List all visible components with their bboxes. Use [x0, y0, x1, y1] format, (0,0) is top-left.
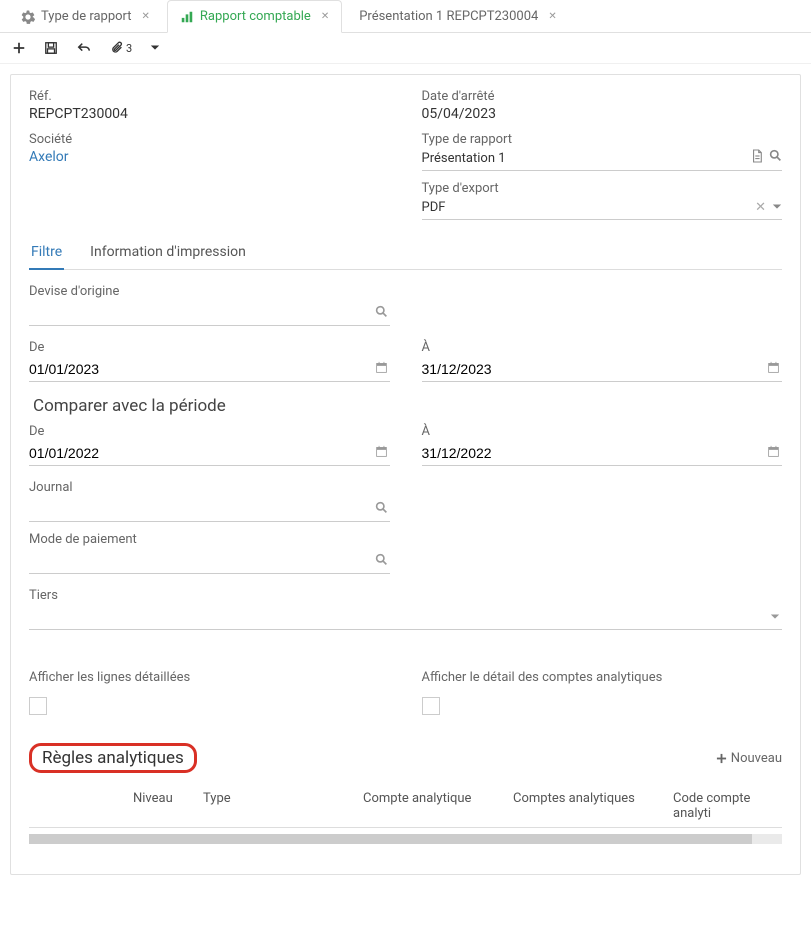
show-analytic-detail-checkbox[interactable] — [422, 697, 440, 715]
company-label: Société — [29, 132, 390, 147]
tab-label: Présentation 1 REPCPT230004 — [359, 9, 538, 24]
compare-to-label: À — [422, 424, 783, 439]
closing-date-label: Date d'arrêté — [422, 89, 783, 104]
search-icon[interactable] — [375, 553, 388, 570]
calendar-icon[interactable] — [767, 361, 780, 378]
close-icon[interactable]: ✕ — [321, 11, 329, 22]
payment-mode-input[interactable] — [29, 549, 390, 574]
compare-title: Comparer avec la période — [33, 396, 782, 416]
document-icon[interactable] — [751, 149, 763, 167]
chart-icon — [180, 10, 194, 24]
thirdparty-input[interactable] — [29, 605, 782, 630]
rules-table-header: Niveau Type Compte analytique Comptes an… — [29, 783, 782, 828]
to-label: À — [422, 340, 783, 355]
chevron-down-icon[interactable] — [772, 200, 782, 215]
analytic-rules-title: Règles analytiques — [29, 743, 197, 773]
more-button[interactable] — [150, 44, 160, 52]
close-icon[interactable]: ✕ — [548, 11, 556, 22]
compare-from-label: De — [29, 424, 390, 439]
closing-date-value: 05/04/2023 — [422, 106, 783, 122]
new-rule-label: Nouveau — [731, 751, 782, 766]
ref-value: REPCPT230004 — [29, 106, 390, 122]
gear-icon — [21, 10, 35, 24]
attach-count: 3 — [126, 42, 132, 55]
add-button[interactable] — [12, 41, 26, 55]
col-analytic-accounts[interactable]: Comptes analytiques — [513, 791, 673, 821]
export-type-value: PDF — [422, 200, 446, 215]
thirdparty-label: Tiers — [29, 588, 782, 603]
to-date-input[interactable] — [422, 357, 783, 382]
show-detailed-lines-label: Afficher les lignes détaillées — [29, 670, 390, 685]
compare-from-input[interactable] — [29, 441, 390, 466]
attach-button[interactable]: 3 — [110, 41, 132, 55]
col-niveau[interactable]: Niveau — [133, 791, 203, 821]
toolbar: 3 — [0, 33, 811, 64]
main-tabs: Type de rapport ✕ Rapport comptable ✕ Pr… — [0, 0, 811, 33]
show-detailed-lines-checkbox[interactable] — [29, 697, 47, 715]
clear-icon[interactable]: ✕ — [755, 200, 766, 215]
origin-currency-label: Devise d'origine — [29, 284, 782, 299]
calendar-icon[interactable] — [375, 445, 388, 462]
export-type-field[interactable]: PDF ✕ — [422, 198, 783, 220]
search-icon[interactable] — [375, 305, 388, 322]
report-type-value: Présentation 1 — [422, 151, 506, 166]
show-analytic-detail-label: Afficher le détail des comptes analytiqu… — [422, 670, 783, 685]
save-button[interactable] — [44, 41, 58, 55]
company-link[interactable]: Axelor — [29, 149, 69, 165]
export-type-label: Type d'export — [422, 181, 783, 196]
horizontal-scrollbar[interactable] — [29, 834, 782, 844]
subtab-print-info[interactable]: Information d'impression — [88, 236, 248, 269]
form-panel: Réf. REPCPT230004 Société Axelor Date d'… — [10, 74, 801, 875]
col-analytic-account[interactable]: Compte analytique — [363, 791, 513, 821]
undo-button[interactable] — [76, 41, 92, 55]
calendar-icon[interactable] — [767, 445, 780, 462]
tab-label: Type de rapport — [41, 9, 132, 24]
payment-mode-label: Mode de paiement — [29, 532, 390, 547]
col-type[interactable]: Type — [203, 791, 363, 821]
scrollbar-thumb[interactable] — [29, 834, 752, 844]
new-rule-button[interactable]: Nouveau — [716, 751, 782, 766]
from-date-input[interactable] — [29, 357, 390, 382]
close-icon[interactable]: ✕ — [142, 11, 150, 22]
subtab-filter[interactable]: Filtre — [29, 236, 64, 270]
report-type-field[interactable]: Présentation 1 — [422, 149, 783, 171]
search-icon[interactable] — [375, 501, 388, 518]
chevron-down-icon[interactable] — [770, 610, 780, 625]
journal-label: Journal — [29, 480, 390, 495]
report-type-label: Type de rapport — [422, 132, 783, 147]
journal-input[interactable] — [29, 497, 390, 522]
from-label: De — [29, 340, 390, 355]
search-icon[interactable] — [769, 149, 782, 167]
col-code[interactable]: Code compte analyti — [673, 791, 778, 821]
tab-label: Rapport comptable — [200, 9, 311, 24]
origin-currency-input[interactable] — [29, 301, 390, 326]
ref-label: Réf. — [29, 89, 390, 104]
compare-to-input[interactable] — [422, 441, 783, 466]
tab-presentation[interactable]: Présentation 1 REPCPT230004 ✕ — [346, 0, 570, 32]
calendar-icon[interactable] — [375, 361, 388, 378]
tab-report-type[interactable]: Type de rapport ✕ — [8, 0, 163, 32]
subtabs: Filtre Information d'impression — [29, 236, 782, 270]
tab-accounting-report[interactable]: Rapport comptable ✕ — [167, 0, 342, 33]
